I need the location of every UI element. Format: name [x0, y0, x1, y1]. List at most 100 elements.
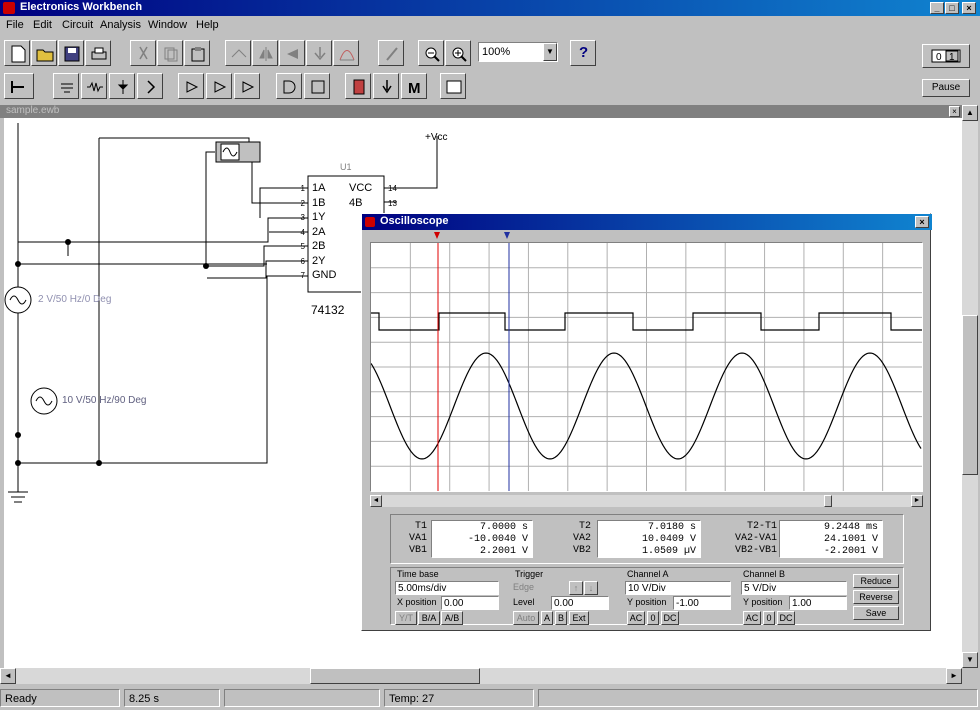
zoom-out-button[interactable]: [418, 40, 444, 66]
channel-b-zero-button[interactable]: 0: [763, 611, 775, 625]
graph-icon: [339, 50, 355, 61]
t1-label: T1: [414, 521, 427, 532]
svg-text:M: M: [408, 80, 421, 96]
save-trace-button[interactable]: Save: [853, 606, 899, 620]
mode-ba-button[interactable]: B/A: [418, 611, 440, 625]
power-switch-icon: 01: [931, 49, 961, 63]
circuit-horizontal-scrollbar[interactable]: ◄ ►: [0, 668, 962, 684]
scroll-thumb[interactable]: [310, 668, 480, 684]
help-button[interactable]: ?: [570, 40, 596, 66]
menu-edit[interactable]: Edit: [33, 19, 52, 31]
open-file-button[interactable]: [31, 40, 57, 66]
print-button[interactable]: [85, 40, 111, 66]
basic-bin-button[interactable]: [81, 73, 107, 99]
readout-values-2: 7.0180 s 10.0409 V 1.0509 µV: [597, 520, 701, 558]
chevron-down-icon[interactable]: ▼: [543, 43, 557, 61]
copy-button[interactable]: [157, 40, 183, 66]
status-temp: Temp: 27: [384, 689, 534, 707]
oscilloscope-window[interactable]: Oscilloscope × ◄ ► T1 VA1 VB1 7.0000 s -…: [361, 213, 932, 631]
chip-left-pin-numbers: 1 2 3 4 5 6 7: [291, 182, 305, 284]
flip-vertical-button[interactable]: [279, 40, 305, 66]
circuit-close-icon[interactable]: ×: [949, 106, 960, 117]
scope-display[interactable]: [370, 242, 923, 492]
channel-a-scale-field[interactable]: 10 V/Div: [625, 581, 731, 595]
mode-yt-button[interactable]: Y/T: [395, 611, 417, 625]
component-properties-button[interactable]: [378, 40, 404, 66]
readout-labels-1: T1 VA1 VB1: [397, 521, 427, 557]
flip-horizontal-button[interactable]: [252, 40, 278, 66]
folder-icon: [36, 49, 54, 62]
trigger-ext-button[interactable]: Ext: [569, 611, 589, 625]
miscellaneous-bin-button[interactable]: M: [401, 73, 427, 99]
channel-b-ypos-field[interactable]: 1.00: [789, 596, 847, 610]
menu-file[interactable]: File: [6, 19, 24, 31]
circuit-vertical-scrollbar[interactable]: ▲ ▼: [962, 105, 978, 668]
trigger-level-field[interactable]: 0.00: [551, 596, 609, 610]
menu-help[interactable]: Help: [196, 19, 219, 31]
close-button[interactable]: ×: [962, 2, 976, 14]
trigger-auto-button[interactable]: Auto: [513, 611, 539, 625]
trigger-falling-edge-button[interactable]: ↓: [584, 581, 598, 595]
save-button[interactable]: [58, 40, 84, 66]
favorites-bin-button[interactable]: [4, 73, 34, 99]
diodes-bin-button[interactable]: [109, 73, 135, 99]
digital-ics-bin-button[interactable]: [234, 73, 260, 99]
trigger-b-button[interactable]: B: [555, 611, 567, 625]
digital-bin-button[interactable]: [304, 73, 330, 99]
trigger-a-button[interactable]: A: [541, 611, 553, 625]
channel-b-dc-button[interactable]: DC: [777, 611, 795, 625]
menu-window[interactable]: Window: [148, 19, 187, 31]
timebase-xpos-field[interactable]: 0.00: [441, 596, 499, 610]
scroll-thumb[interactable]: [824, 495, 832, 507]
trigger-rising-edge-button[interactable]: ↑: [569, 581, 583, 595]
minimize-button[interactable]: _: [930, 2, 944, 14]
cut-button[interactable]: [130, 40, 156, 66]
reverse-button[interactable]: Reverse: [853, 590, 899, 604]
zoom-in-button[interactable]: [445, 40, 471, 66]
channel-a-ypos-field[interactable]: -1.00: [673, 596, 731, 610]
chip-part-label: 74132: [311, 303, 345, 317]
sources-bin-button[interactable]: [53, 73, 79, 99]
zoom-in-icon: [452, 47, 467, 62]
menu-analysis[interactable]: Analysis: [100, 19, 141, 31]
channel-a-zero-button[interactable]: 0: [647, 611, 659, 625]
oscilloscope-app-icon: [365, 217, 375, 227]
mode-ab-button[interactable]: A/B: [441, 611, 463, 625]
scope-scrollbar[interactable]: ◄ ►: [370, 495, 923, 507]
zoom-select[interactable]: 100% ▼: [478, 42, 558, 62]
scroll-left-icon[interactable]: ◄: [0, 668, 16, 684]
mixed-ics-bin-button[interactable]: [206, 73, 232, 99]
scroll-right-icon[interactable]: ►: [946, 668, 962, 684]
channel-a-ac-button[interactable]: AC: [627, 611, 645, 625]
analog-ics-bin-button[interactable]: [178, 73, 204, 99]
oscilloscope-title-bar: Oscilloscope ×: [362, 214, 932, 230]
paste-button[interactable]: [184, 40, 210, 66]
scroll-up-icon[interactable]: ▲: [962, 105, 978, 121]
dvb-value: -2.2001 V: [823, 546, 878, 557]
maximize-button[interactable]: □: [945, 2, 959, 14]
cursor-markers: [434, 232, 510, 239]
power-switch-button[interactable]: 01: [922, 44, 970, 68]
instruments-bin-button[interactable]: [440, 73, 466, 99]
menu-circuit[interactable]: Circuit: [62, 19, 93, 31]
timebase-field[interactable]: 5.00ms/div: [395, 581, 499, 595]
indicators-bin-button[interactable]: [345, 73, 371, 99]
logic-gates-bin-button[interactable]: [276, 73, 302, 99]
scroll-left-icon[interactable]: ◄: [370, 495, 382, 507]
rotate-button[interactable]: [225, 40, 251, 66]
controls-bin-button[interactable]: [373, 73, 399, 99]
oscilloscope-close-icon[interactable]: ×: [915, 216, 929, 228]
scroll-down-icon[interactable]: ▼: [962, 652, 978, 668]
source2-label: 10 V/50 Hz/90 Deg: [62, 395, 147, 406]
channel-b-scale-field[interactable]: 5 V/Div: [741, 581, 847, 595]
pause-button[interactable]: Pause: [922, 79, 970, 97]
scroll-thumb[interactable]: [962, 315, 978, 475]
new-file-button[interactable]: [4, 40, 30, 66]
subcircuit-button[interactable]: [306, 40, 332, 66]
transistors-bin-button[interactable]: [137, 73, 163, 99]
channel-b-ac-button[interactable]: AC: [743, 611, 761, 625]
scroll-right-icon[interactable]: ►: [911, 495, 923, 507]
channel-a-dc-button[interactable]: DC: [661, 611, 679, 625]
reduce-button[interactable]: Reduce: [853, 574, 899, 588]
graph-button[interactable]: [333, 40, 359, 66]
